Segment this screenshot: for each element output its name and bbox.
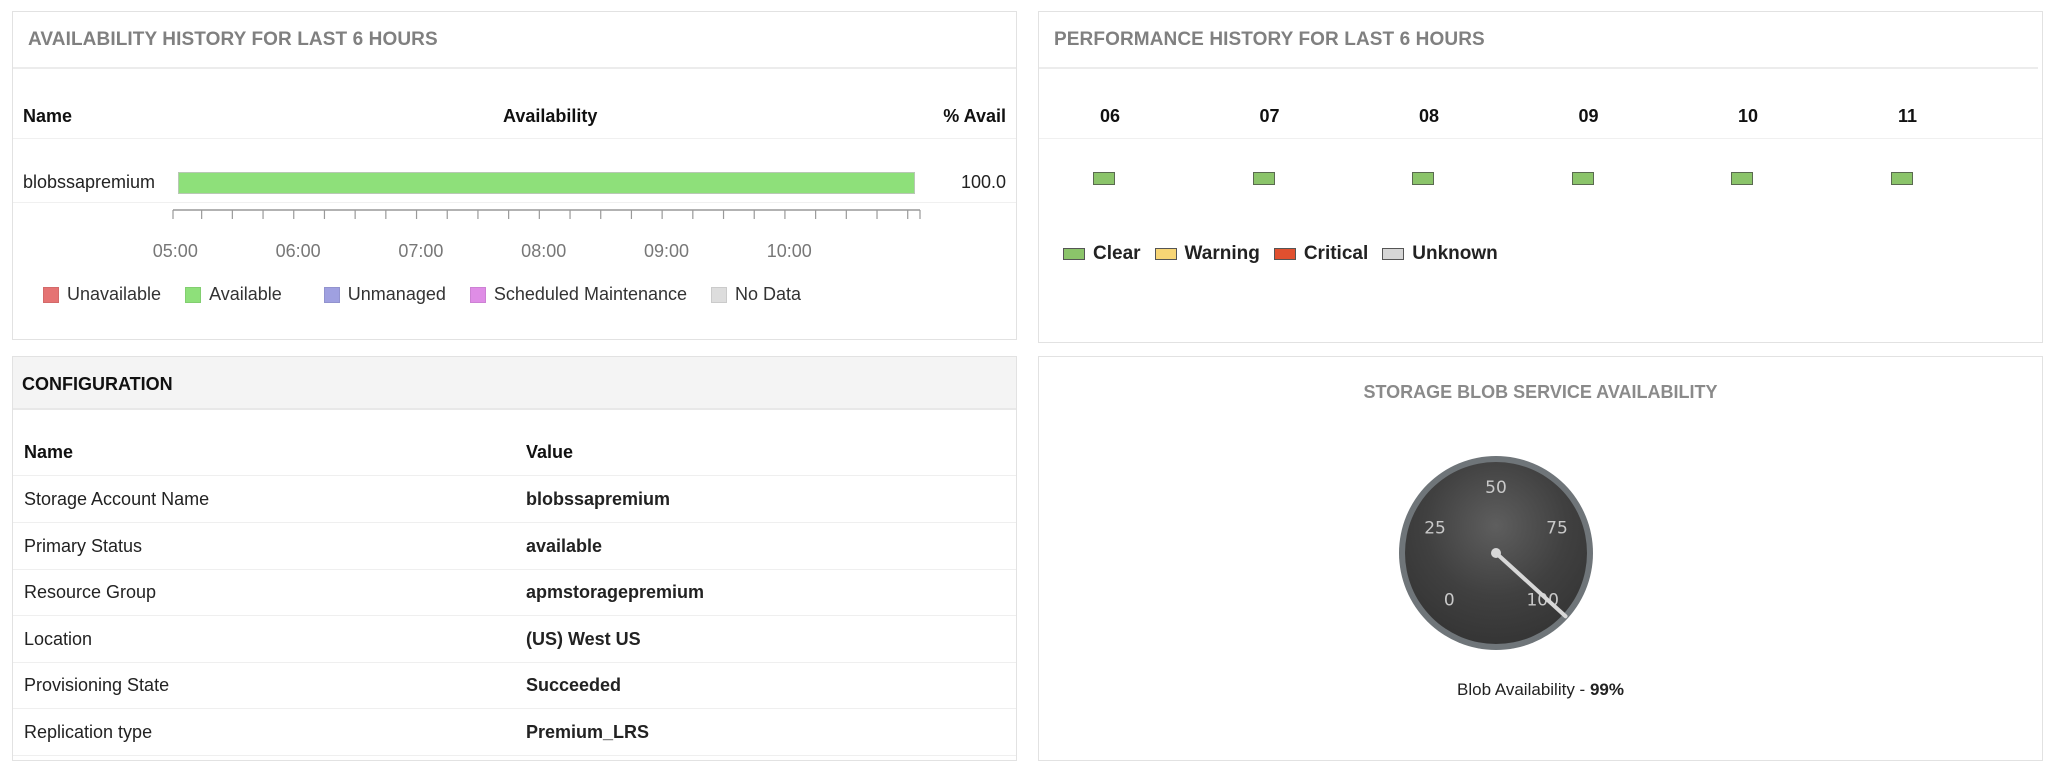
gauge-title: STORAGE BLOB SERVICE AVAILABILITY bbox=[1363, 382, 1718, 402]
legend-label: Unknown bbox=[1412, 243, 1498, 264]
legend-item: Critical bbox=[1273, 243, 1369, 265]
gauge-caption: Blob Availability - 99% bbox=[1039, 680, 2042, 700]
legend-label: Critical bbox=[1303, 243, 1369, 264]
legend-swatch bbox=[1063, 248, 1085, 260]
legend-label: Clear bbox=[1093, 243, 1141, 264]
legend-swatch bbox=[1382, 248, 1405, 260]
config-value: Succeeded bbox=[526, 675, 622, 695]
config-value: (US) West US bbox=[526, 628, 641, 649]
config-name: Location bbox=[24, 628, 93, 649]
gauge-tick-label: 0 bbox=[1444, 591, 1455, 611]
legend-label: Scheduled Maintenance bbox=[493, 284, 688, 304]
column-header-availability: Availability bbox=[503, 106, 598, 126]
configuration-row: Provisioning State Succeeded bbox=[13, 663, 1016, 709]
hour-label: 11 bbox=[1897, 106, 1918, 126]
legend-swatch bbox=[1273, 248, 1296, 260]
configuration-row: Primary Status available bbox=[13, 524, 1016, 570]
legend-swatch bbox=[711, 286, 728, 303]
axis-tick-label: 06:00 bbox=[275, 241, 321, 261]
legend-item: Unmanaged bbox=[323, 284, 446, 305]
configuration-table-header: Name Value bbox=[13, 430, 1016, 476]
availability-history-title: AVAILABILITY HISTORY FOR LAST 6 HOURS bbox=[28, 29, 438, 50]
hour-status-indicator[interactable] bbox=[1252, 172, 1275, 185]
axis-tick-label: 08:00 bbox=[521, 241, 567, 261]
header-divider bbox=[13, 67, 1016, 69]
hour-label: 07 bbox=[1259, 106, 1280, 126]
axis-tick-label: 10:00 bbox=[766, 241, 812, 261]
hour-status-indicator[interactable] bbox=[1093, 172, 1115, 185]
config-name: Replication type bbox=[24, 721, 153, 742]
legend-swatch bbox=[185, 286, 202, 303]
performance-history-title: PERFORMANCE HISTORY FOR LAST 6 HOURS bbox=[1054, 29, 1485, 50]
availability-bar[interactable] bbox=[178, 172, 915, 194]
hour-status-indicator[interactable] bbox=[1571, 172, 1594, 185]
column-header-name: Name bbox=[24, 442, 74, 462]
gauge-caption-label: Blob Availability - bbox=[1457, 680, 1590, 699]
legend-label: Unmanaged bbox=[347, 284, 446, 304]
config-name: Primary Status bbox=[24, 535, 143, 556]
legend-item: Available bbox=[185, 284, 282, 305]
gauge-caption-value: 99% bbox=[1589, 680, 1624, 699]
legend-swatch bbox=[469, 286, 486, 303]
availability-legend: Unavailable Available Unmanaged Scheduled M… bbox=[43, 284, 825, 305]
config-name: Storage Account Name bbox=[24, 489, 210, 509]
legend-label: No Data bbox=[735, 284, 802, 304]
time-axis-ticks bbox=[172, 209, 921, 219]
configuration-title: CONFIGURATION bbox=[22, 374, 173, 394]
legend-label: Unavailable bbox=[67, 284, 162, 304]
hour-status-indicator[interactable] bbox=[1731, 172, 1753, 185]
hour-status-indicator[interactable] bbox=[1412, 172, 1434, 185]
availability-gauge: 0255075100 bbox=[1399, 456, 1593, 650]
monitor-name-link[interactable]: blobssapremium bbox=[23, 172, 155, 193]
hour-label: 10 bbox=[1737, 106, 1759, 126]
configuration-row: Replication type Premium_LRS bbox=[13, 710, 1016, 756]
legend-label: Warning bbox=[1184, 243, 1260, 264]
gauge-pivot bbox=[1491, 548, 1501, 558]
time-axis: 05:00 06:00 07:00 08:00 09:00 10:00 bbox=[13, 207, 1018, 261]
hour-label: 08 bbox=[1418, 106, 1440, 126]
legend-item: Clear bbox=[1063, 243, 1141, 265]
legend-item: Unknown bbox=[1382, 243, 1498, 265]
column-header-name: Name bbox=[23, 106, 73, 126]
row-divider bbox=[13, 202, 1016, 203]
row-divider bbox=[1039, 138, 2042, 139]
legend-swatch bbox=[323, 286, 340, 303]
config-value: Premium_LRS bbox=[526, 721, 650, 742]
blob-availability-panel: STORAGE BLOB SERVICE AVAILABILITY 0 25 50 7… bbox=[1038, 356, 2043, 761]
axis-tick-label: 07:00 bbox=[398, 241, 444, 261]
hour-status-indicator[interactable] bbox=[1890, 172, 1913, 185]
legend-swatch bbox=[1154, 248, 1177, 260]
hour-label: 06 bbox=[1099, 106, 1121, 126]
header-divider bbox=[1039, 67, 2038, 69]
config-value: apmstoragepremium bbox=[526, 582, 705, 602]
configuration-row: Location (US) West US bbox=[13, 617, 1016, 663]
configuration-row: Storage Account Name blobssapremium bbox=[13, 477, 1016, 523]
row-divider bbox=[13, 138, 1016, 139]
axis-tick-label: 05:00 bbox=[152, 241, 198, 261]
hour-label: 09 bbox=[1578, 106, 1599, 126]
legend-item: Warning bbox=[1154, 243, 1260, 265]
config-value: blobssapremium bbox=[526, 489, 671, 509]
performance-history-panel: PERFORMANCE HISTORY FOR LAST 6 HOURS Cle… bbox=[1038, 11, 2043, 343]
gauge-tick-label: 25 bbox=[1424, 519, 1446, 539]
legend-label: Available bbox=[209, 284, 282, 304]
configuration-row: Resource Group apmstoragepremium bbox=[13, 570, 1016, 616]
legend-item: No Data bbox=[711, 284, 801, 305]
configuration-header: CONFIGURATION bbox=[13, 357, 1016, 410]
config-name: Provisioning State bbox=[24, 675, 170, 695]
percent-avail-value: 100.0 bbox=[960, 172, 1006, 192]
performance-legend: Clear Warning Critical Unknown bbox=[1063, 243, 1512, 265]
axis-tick-label: 09:00 bbox=[643, 241, 690, 261]
legend-swatch bbox=[43, 286, 59, 303]
gauge-tick-label: 75 bbox=[1546, 519, 1568, 539]
legend-item: Scheduled Maintenance bbox=[469, 284, 688, 305]
config-name: Resource Group bbox=[24, 582, 157, 602]
configuration-panel: CONFIGURATION Name Value Storage Account… bbox=[12, 356, 1017, 761]
availability-history-panel: AVAILABILITY HISTORY FOR LAST 6 HOURS Na… bbox=[12, 11, 1017, 340]
config-value: available bbox=[526, 535, 603, 556]
column-header-percent-avail: % Avail bbox=[943, 106, 1006, 126]
gauge-tick-label: 50 bbox=[1485, 478, 1507, 498]
column-header-value: Value bbox=[526, 442, 574, 462]
legend-item: Unavailable bbox=[43, 284, 161, 305]
